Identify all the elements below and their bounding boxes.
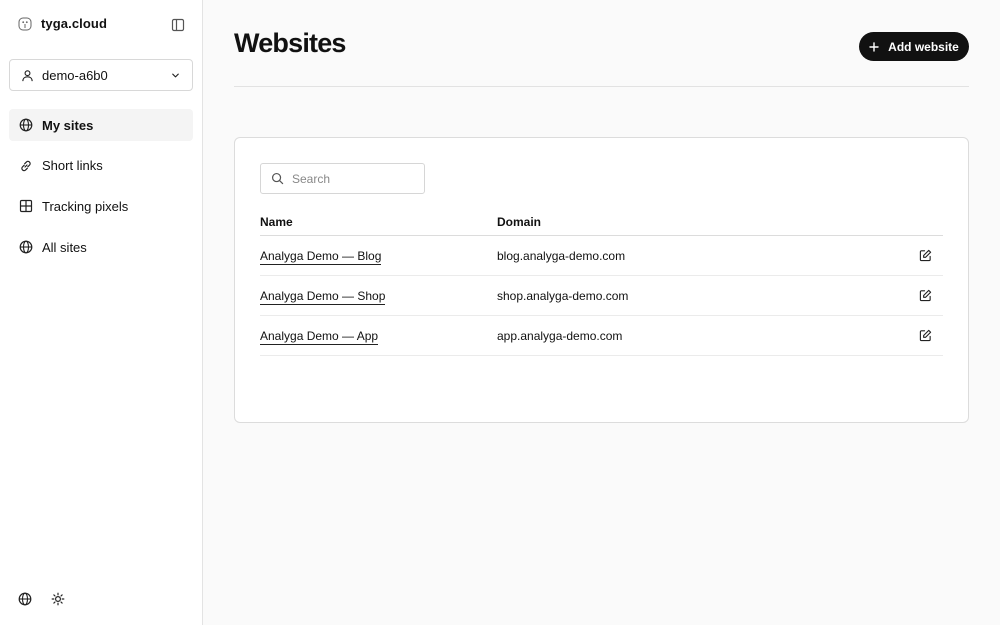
sidebar-panel-icon	[171, 18, 185, 32]
search-box	[260, 163, 425, 194]
add-website-label: Add website	[888, 39, 959, 54]
sidebar-toggle-button[interactable]	[169, 16, 187, 34]
edit-icon[interactable]	[919, 329, 933, 343]
site-name-link[interactable]: Analyga Demo — Shop	[260, 288, 386, 305]
site-domain: app.analyga-demo.com	[497, 328, 623, 343]
edit-icon[interactable]	[919, 289, 933, 303]
sun-icon[interactable]	[51, 592, 66, 607]
column-header-name: Name	[260, 214, 293, 229]
column-header-domain: Domain	[497, 214, 542, 229]
sidebar-item-short-links[interactable]: Short links	[9, 150, 193, 182]
brand-name: tyga.cloud	[41, 16, 108, 31]
edit-icon[interactable]	[919, 249, 933, 263]
globe-icon	[19, 118, 33, 132]
language-globe-icon[interactable]	[18, 592, 33, 607]
page-title: Websites	[234, 28, 346, 58]
globe-icon	[19, 240, 33, 254]
sidebar-nav: My sites Short links Tracking pixels All…	[9, 109, 193, 272]
site-name-link[interactable]: Analyga Demo — App	[260, 328, 379, 345]
sidebar-footer	[18, 592, 66, 607]
sidebar-item-label: Short links	[42, 158, 103, 174]
table-header: Name Domain	[260, 208, 943, 236]
chevron-down-icon	[170, 70, 181, 81]
logo-icon	[18, 17, 32, 31]
plus-icon	[869, 41, 879, 52]
sidebar-item-tracking-pixels[interactable]: Tracking pixels	[9, 190, 193, 222]
user-icon	[21, 69, 34, 82]
grid-icon	[19, 199, 33, 213]
sidebar-item-label: All sites	[42, 239, 87, 255]
workspace-name: demo-a6b0	[42, 67, 108, 83]
table-row: Analyga Demo — App app.analyga-demo.com	[260, 316, 943, 356]
site-domain: shop.analyga-demo.com	[497, 288, 629, 303]
workspace-selector[interactable]: demo-a6b0	[9, 59, 193, 91]
sidebar-item-label: My sites	[42, 117, 94, 133]
site-domain: blog.analyga-demo.com	[497, 248, 626, 263]
main-content: Websites Add website Name Domain Analyga…	[203, 0, 1000, 625]
header-divider	[234, 86, 969, 87]
link-icon	[19, 159, 33, 173]
sidebar-item-my-sites[interactable]: My sites	[9, 109, 193, 141]
sidebar-item-label: Tracking pixels	[42, 198, 129, 214]
search-icon	[271, 172, 284, 185]
websites-table: Name Domain Analyga Demo — Blog blog.ana…	[260, 208, 943, 356]
websites-card: Name Domain Analyga Demo — Blog blog.ana…	[234, 137, 969, 423]
sidebar: tyga.cloud demo-a6b0 My sites Short link…	[0, 0, 203, 625]
sidebar-item-all-sites[interactable]: All sites	[9, 231, 193, 263]
table-row: Analyga Demo — Shop shop.analyga-demo.co…	[260, 276, 943, 316]
table-row: Analyga Demo — Blog blog.analyga-demo.co…	[260, 236, 943, 276]
brand[interactable]: tyga.cloud	[18, 16, 107, 31]
search-input[interactable]	[292, 171, 412, 186]
add-website-button[interactable]: Add website	[859, 32, 969, 61]
site-name-link[interactable]: Analyga Demo — Blog	[260, 248, 382, 265]
